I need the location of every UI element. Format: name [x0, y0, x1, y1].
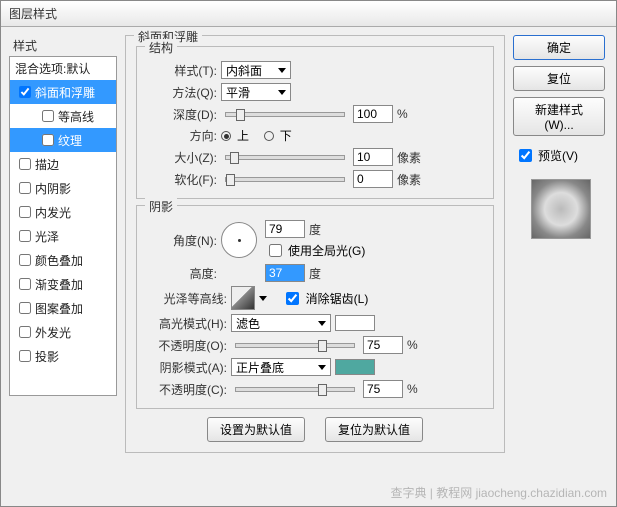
soften-unit: 像素	[397, 171, 427, 188]
style-bevel-checkbox[interactable]	[19, 86, 31, 98]
styles-header: 样式	[9, 35, 117, 56]
style-pattern-overlay-checkbox[interactable]	[19, 302, 31, 314]
style-satin-checkbox[interactable]	[19, 230, 31, 242]
chevron-down-icon[interactable]	[259, 296, 267, 301]
size-label: 大小(Z):	[147, 149, 217, 166]
shadow-opacity-input[interactable]	[363, 380, 403, 398]
size-slider[interactable]	[225, 155, 345, 160]
style-label: 样式(T):	[147, 62, 217, 79]
shadow-opacity-label: 不透明度(C):	[147, 381, 227, 398]
style-blending-options[interactable]: 混合选项:默认	[10, 57, 116, 80]
bevel-group: 斜面和浮雕 结构 样式(T): 内斜面 方法(Q): 平滑 深度(D):	[125, 35, 505, 453]
settings-panel: 斜面和浮雕 结构 样式(T): 内斜面 方法(Q): 平滑 深度(D):	[125, 35, 505, 459]
preview-thumbnail	[531, 179, 591, 239]
depth-input[interactable]	[353, 105, 393, 123]
style-gradient-overlay-checkbox[interactable]	[19, 278, 31, 290]
window-title: 图层样式	[1, 1, 616, 27]
antialias-label: 消除锯齿(L)	[306, 290, 369, 307]
angle-input[interactable]	[265, 220, 305, 238]
style-inner-glow-checkbox[interactable]	[19, 206, 31, 218]
chevron-down-icon	[318, 321, 326, 326]
depth-unit: %	[397, 107, 427, 121]
gloss-contour-picker[interactable]	[231, 286, 255, 310]
technique-label: 方法(Q):	[147, 84, 217, 101]
style-inner-shadow[interactable]: 内阴影	[10, 176, 116, 200]
shading-group: 阴影 角度(N): 度 使用全局光(G)	[136, 205, 494, 409]
style-texture-checkbox[interactable]	[42, 134, 54, 146]
preview-checkbox[interactable]	[519, 149, 532, 162]
shadow-mode-label: 阴影模式(A):	[147, 359, 227, 376]
shadow-opacity-slider[interactable]	[235, 387, 355, 392]
style-color-overlay-checkbox[interactable]	[19, 254, 31, 266]
highlight-color-swatch[interactable]	[335, 315, 375, 331]
soften-slider[interactable]	[225, 177, 345, 182]
direction-label: 方向:	[147, 127, 217, 144]
shadow-color-swatch[interactable]	[335, 359, 375, 375]
ok-button[interactable]: 确定	[513, 35, 605, 60]
styles-panel: 样式 混合选项:默认 斜面和浮雕 等高线 纹理 描边 内阴影 内发光 光泽 颜色…	[9, 35, 117, 459]
altitude-label: 高度:	[147, 265, 217, 282]
style-pattern-overlay[interactable]: 图案叠加	[10, 296, 116, 320]
style-stroke-checkbox[interactable]	[19, 158, 31, 170]
style-inner-shadow-checkbox[interactable]	[19, 182, 31, 194]
chevron-down-icon	[278, 68, 286, 73]
style-drop-shadow[interactable]: 投影	[10, 344, 116, 368]
angle-wheel[interactable]	[221, 222, 257, 258]
highlight-opacity-input[interactable]	[363, 336, 403, 354]
layer-style-dialog: 图层样式 样式 混合选项:默认 斜面和浮雕 等高线 纹理 描边 内阴影 内发光 …	[0, 0, 617, 507]
style-contour[interactable]: 等高线	[10, 104, 116, 128]
styles-list: 混合选项:默认 斜面和浮雕 等高线 纹理 描边 内阴影 内发光 光泽 颜色叠加 …	[9, 56, 117, 396]
highlight-opacity-label: 不透明度(O):	[147, 337, 227, 354]
cancel-button[interactable]: 复位	[513, 66, 605, 91]
style-bevel-emboss[interactable]: 斜面和浮雕	[10, 80, 116, 104]
reset-default-button[interactable]: 复位为默认值	[325, 417, 423, 442]
depth-slider[interactable]	[225, 112, 345, 117]
structure-group: 结构 样式(T): 内斜面 方法(Q): 平滑 深度(D): %	[136, 46, 494, 199]
shadow-mode-dropdown[interactable]: 正片叠底	[231, 358, 331, 376]
preview-label: 预览(V)	[538, 147, 578, 164]
style-drop-shadow-checkbox[interactable]	[19, 350, 31, 362]
shading-label: 阴影	[145, 198, 177, 215]
technique-dropdown[interactable]: 平滑	[221, 83, 291, 101]
size-input[interactable]	[353, 148, 393, 166]
style-dropdown[interactable]: 内斜面	[221, 61, 291, 79]
style-outer-glow-checkbox[interactable]	[19, 326, 31, 338]
style-gradient-overlay[interactable]: 渐变叠加	[10, 272, 116, 296]
make-default-button[interactable]: 设置为默认值	[207, 417, 305, 442]
highlight-opacity-slider[interactable]	[235, 343, 355, 348]
highlight-mode-label: 高光模式(H):	[147, 315, 227, 332]
global-light-label: 使用全局光(G)	[288, 242, 365, 259]
action-panel: 确定 复位 新建样式(W)... 预览(V)	[513, 35, 608, 459]
direction-down-radio[interactable]	[264, 131, 274, 141]
depth-label: 深度(D):	[147, 106, 217, 123]
global-light-checkbox[interactable]	[269, 244, 282, 257]
style-contour-checkbox[interactable]	[42, 110, 54, 122]
altitude-input[interactable]	[265, 264, 305, 282]
gloss-contour-label: 光泽等高线:	[147, 290, 227, 307]
chevron-down-icon	[278, 90, 286, 95]
style-inner-glow[interactable]: 内发光	[10, 200, 116, 224]
soften-label: 软化(F):	[147, 171, 217, 188]
soften-input[interactable]	[353, 170, 393, 188]
style-stroke[interactable]: 描边	[10, 152, 116, 176]
highlight-mode-dropdown[interactable]: 滤色	[231, 314, 331, 332]
antialias-checkbox[interactable]	[286, 292, 299, 305]
style-satin[interactable]: 光泽	[10, 224, 116, 248]
structure-label: 结构	[145, 39, 177, 56]
style-texture[interactable]: 纹理	[10, 128, 116, 152]
chevron-down-icon	[318, 365, 326, 370]
direction-up-radio[interactable]	[221, 131, 231, 141]
style-outer-glow[interactable]: 外发光	[10, 320, 116, 344]
style-color-overlay[interactable]: 颜色叠加	[10, 248, 116, 272]
new-style-button[interactable]: 新建样式(W)...	[513, 97, 605, 136]
size-unit: 像素	[397, 149, 427, 166]
angle-label: 角度(N):	[147, 232, 217, 249]
